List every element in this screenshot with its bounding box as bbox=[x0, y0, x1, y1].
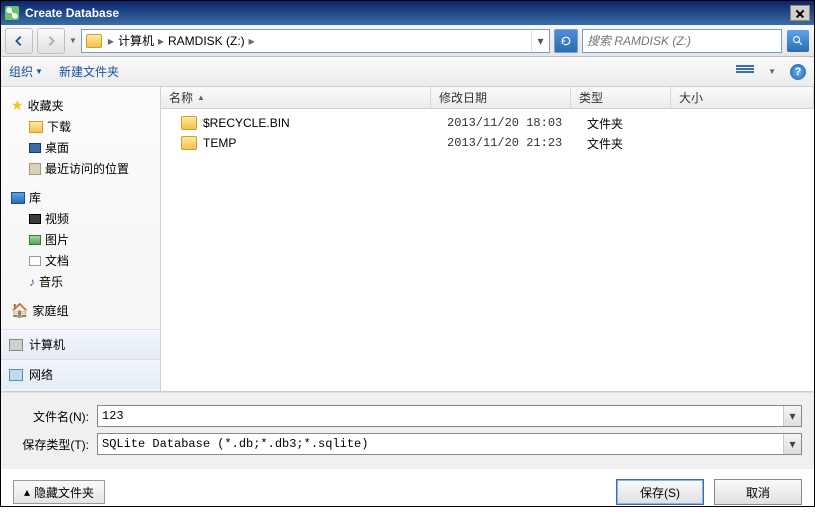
sidebar-item-music[interactable]: ♪音乐 bbox=[7, 271, 160, 292]
forward-button[interactable] bbox=[37, 28, 65, 54]
address-dropdown[interactable]: ▾ bbox=[531, 30, 549, 52]
library-icon bbox=[11, 192, 25, 204]
column-name[interactable]: 名称▲ bbox=[161, 87, 431, 108]
search-box[interactable] bbox=[582, 29, 782, 53]
file-list: 名称▲ 修改日期 类型 大小 $RECYCLE.BIN 2013/11/20 1… bbox=[161, 87, 814, 391]
filetype-input[interactable] bbox=[98, 437, 783, 451]
search-button[interactable] bbox=[787, 30, 809, 52]
sidebar-libraries[interactable]: 库 bbox=[7, 187, 160, 208]
sidebar-homegroup[interactable]: 🏠家庭组 bbox=[7, 300, 160, 321]
column-date[interactable]: 修改日期 bbox=[431, 87, 571, 108]
column-headers: 名称▲ 修改日期 类型 大小 bbox=[161, 87, 814, 109]
video-icon bbox=[29, 214, 41, 224]
view-options-button[interactable] bbox=[736, 65, 754, 79]
recent-icon bbox=[29, 163, 41, 175]
sidebar-favorites[interactable]: ★收藏夹 bbox=[7, 95, 160, 116]
download-icon bbox=[29, 121, 43, 133]
file-date: 2013/11/20 21:23 bbox=[447, 136, 587, 150]
new-folder-button[interactable]: 新建文件夹 bbox=[59, 63, 119, 80]
toolbar: 组织 ▼ 新建文件夹 ▼ ? bbox=[1, 57, 814, 87]
window-title: Create Database bbox=[25, 6, 782, 20]
help-button[interactable]: ? bbox=[790, 64, 806, 80]
sidebar-network[interactable]: 网络 bbox=[1, 359, 160, 389]
computer-icon bbox=[9, 339, 23, 351]
sidebar-item-pictures[interactable]: 图片 bbox=[7, 229, 160, 250]
file-type: 文件夹 bbox=[587, 115, 687, 132]
back-button[interactable] bbox=[5, 28, 33, 54]
chevron-right-icon[interactable]: ▸ bbox=[156, 34, 166, 48]
filename-combo[interactable]: ▾ bbox=[97, 405, 802, 427]
search-input[interactable] bbox=[583, 34, 781, 48]
close-button[interactable] bbox=[790, 5, 810, 21]
filetype-label: 保存类型(T): bbox=[13, 436, 89, 453]
address-bar[interactable]: ▸ 计算机 ▸ RAMDISK (Z:) ▸ ▾ bbox=[81, 29, 550, 53]
chevron-right-icon[interactable]: ▸ bbox=[247, 34, 257, 48]
sidebar-item-recent[interactable]: 最近访问的位置 bbox=[7, 158, 160, 179]
music-icon: ♪ bbox=[29, 275, 35, 289]
file-list-body: $RECYCLE.BIN 2013/11/20 18:03 文件夹 TEMP 2… bbox=[161, 109, 814, 391]
file-date: 2013/11/20 18:03 bbox=[447, 116, 587, 130]
sidebar-item-documents[interactable]: 文档 bbox=[7, 250, 160, 271]
sidebar-item-videos[interactable]: 视频 bbox=[7, 208, 160, 229]
folder-icon bbox=[181, 116, 197, 130]
sort-asc-icon: ▲ bbox=[197, 93, 205, 102]
refresh-button[interactable] bbox=[554, 29, 578, 53]
filename-label: 文件名(N): bbox=[13, 408, 89, 425]
sidebar: ★收藏夹 下载 桌面 最近访问的位置 库 视频 图片 文档 ♪音乐 🏠家庭组 计… bbox=[1, 87, 161, 391]
main-area: ★收藏夹 下载 桌面 最近访问的位置 库 视频 图片 文档 ♪音乐 🏠家庭组 计… bbox=[1, 87, 814, 392]
breadcrumb-computer[interactable]: 计算机 bbox=[116, 32, 156, 49]
homegroup-icon: 🏠 bbox=[11, 302, 28, 319]
file-name: TEMP bbox=[203, 136, 447, 150]
file-row[interactable]: $RECYCLE.BIN 2013/11/20 18:03 文件夹 bbox=[161, 113, 814, 133]
file-name: $RECYCLE.BIN bbox=[203, 116, 447, 130]
star-icon: ★ bbox=[11, 97, 24, 114]
organize-button[interactable]: 组织 ▼ bbox=[9, 63, 43, 80]
file-row[interactable]: TEMP 2013/11/20 21:23 文件夹 bbox=[161, 133, 814, 153]
picture-icon bbox=[29, 235, 41, 245]
cancel-button[interactable]: 取消 bbox=[714, 479, 802, 505]
title-bar: Create Database bbox=[1, 1, 814, 25]
filetype-combo[interactable]: ▾ bbox=[97, 433, 802, 455]
column-size[interactable]: 大小 bbox=[671, 87, 814, 108]
chevron-right-icon[interactable]: ▸ bbox=[106, 34, 116, 48]
view-dropdown[interactable]: ▼ bbox=[768, 67, 776, 76]
column-type[interactable]: 类型 bbox=[571, 87, 671, 108]
folder-icon bbox=[181, 136, 197, 150]
filename-dropdown[interactable]: ▾ bbox=[783, 406, 801, 426]
sidebar-item-downloads[interactable]: 下载 bbox=[7, 116, 160, 137]
bottom-panel: 文件名(N): ▾ 保存类型(T): ▾ bbox=[1, 392, 814, 469]
breadcrumb-drive[interactable]: RAMDISK (Z:) bbox=[166, 34, 247, 48]
file-type: 文件夹 bbox=[587, 135, 687, 152]
nav-bar: ▼ ▸ 计算机 ▸ RAMDISK (Z:) ▸ ▾ bbox=[1, 25, 814, 57]
filename-input[interactable] bbox=[98, 409, 783, 423]
document-icon bbox=[29, 256, 41, 266]
save-button[interactable]: 保存(S) bbox=[616, 479, 704, 505]
filetype-dropdown[interactable]: ▾ bbox=[783, 434, 801, 454]
nav-history-dropdown[interactable]: ▼ bbox=[69, 36, 77, 45]
footer: ▴隐藏文件夹 保存(S) 取消 bbox=[1, 469, 814, 515]
network-icon bbox=[9, 369, 23, 381]
app-icon bbox=[5, 6, 19, 20]
drive-icon bbox=[86, 34, 102, 48]
desktop-icon bbox=[29, 143, 41, 153]
sidebar-computer[interactable]: 计算机 bbox=[1, 329, 160, 359]
chevron-up-icon: ▴ bbox=[24, 485, 30, 499]
hide-folders-button[interactable]: ▴隐藏文件夹 bbox=[13, 480, 105, 504]
sidebar-item-desktop[interactable]: 桌面 bbox=[7, 137, 160, 158]
